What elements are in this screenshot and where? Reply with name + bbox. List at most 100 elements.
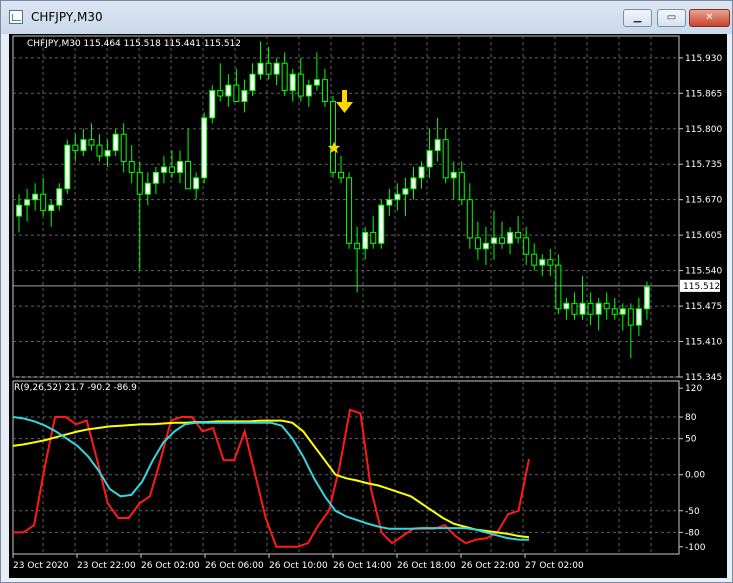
candle-body <box>531 253 538 266</box>
candle-body <box>523 237 530 255</box>
candle-body <box>193 177 200 190</box>
price-tick-label: 115.930 <box>685 54 722 64</box>
candle-body <box>152 171 159 184</box>
candle-body <box>120 133 127 162</box>
candle-body <box>321 79 328 102</box>
candle-body <box>354 242 361 250</box>
close-button[interactable]: ✕ <box>689 9 730 27</box>
candle-body <box>434 139 441 152</box>
candle-body <box>643 286 650 310</box>
price-tick-label: 115.345 <box>685 373 722 383</box>
candle-body <box>40 193 47 212</box>
candle-body <box>241 90 248 102</box>
candle-body <box>56 188 63 206</box>
price-tick-label: 115.670 <box>685 196 722 206</box>
candle-body <box>136 171 143 195</box>
candle-body <box>257 62 264 75</box>
candle-body <box>168 166 175 173</box>
candle-body <box>450 171 457 179</box>
candle-body <box>160 166 167 173</box>
candle-body <box>555 264 562 310</box>
candle-body <box>346 177 353 244</box>
candle-body <box>426 150 433 168</box>
chart-area[interactable]: 115.930 115.865 115.800 115.735 115.670 115.6… <box>9 34 727 578</box>
price-tick-label: 115.735 <box>685 160 722 170</box>
candle-body <box>627 308 634 326</box>
price-pane-border <box>12 35 680 378</box>
chart-app-icon <box>9 10 23 24</box>
time-tick-label: 26 Oct 14:00 <box>333 561 392 571</box>
indicator-pane-border <box>12 380 680 555</box>
candle-body <box>611 308 618 315</box>
candle-body <box>378 204 385 244</box>
candle-body <box>418 166 425 179</box>
candle-body <box>474 237 481 250</box>
indicator-tick-label: 120 <box>685 384 702 394</box>
candle-body <box>249 73 256 92</box>
candle-body <box>499 237 506 244</box>
indicator-tick-label: 50 <box>685 435 697 445</box>
price-tick-label: 115.605 <box>685 231 722 241</box>
time-tick-label: 27 Oct 02:00 <box>525 561 584 571</box>
candle-body <box>104 150 111 157</box>
candle-body <box>410 177 417 190</box>
candle-body <box>490 237 497 244</box>
candle-body <box>338 171 345 179</box>
symbol-info: CHFJPY,M30 115.464 115.518 115.441 115.5… <box>27 39 241 49</box>
candle-body <box>64 144 71 190</box>
minimize-button[interactable]: ▁ <box>623 9 652 27</box>
candle-body <box>482 242 489 250</box>
candle-body <box>370 231 377 244</box>
candle-body <box>201 117 208 179</box>
candle-body <box>24 199 31 206</box>
indicator-series-line <box>13 408 530 548</box>
candle-body <box>458 171 465 201</box>
candle-body <box>329 100 336 173</box>
candle-body <box>547 259 554 266</box>
candle-body <box>177 160 184 173</box>
price-tick-label: 115.410 <box>685 338 722 348</box>
candle-body <box>273 62 280 75</box>
candle-body <box>619 308 626 315</box>
candle-body <box>128 160 135 173</box>
candle-body <box>289 73 296 92</box>
candle-body <box>442 139 449 179</box>
indicator-tick-label: 0.00 <box>685 471 705 481</box>
candle-body <box>48 204 55 212</box>
time-tick-label: 23 Oct 22:00 <box>77 561 136 571</box>
candle-body <box>515 231 522 239</box>
indicator-lines <box>12 408 530 548</box>
price-tick-label: 115.865 <box>685 89 722 99</box>
candle-body <box>539 259 546 266</box>
current-price-label: 115.512 <box>683 282 720 292</box>
window-title: CHFJPY,M30 <box>31 10 103 24</box>
candle-body <box>265 62 272 75</box>
candle-body <box>185 160 192 190</box>
price-tick-label: 115.800 <box>685 125 722 135</box>
indicator-info: R(9,26,52) 21.7 -90.2 -86.9 <box>14 383 137 393</box>
candle-body <box>313 79 320 86</box>
candle-body <box>225 84 232 97</box>
price-tick-label: 115.540 <box>685 267 722 277</box>
candle-body <box>603 302 610 310</box>
candle-body <box>16 204 23 217</box>
indicator-tick-label: 80 <box>685 413 697 423</box>
candle-body <box>297 73 304 97</box>
time-tick-label: 26 Oct 18:00 <box>397 561 456 571</box>
chart-canvas[interactable]: 115.930 115.865 115.800 115.735 115.670 115.6… <box>9 34 727 578</box>
candle-body <box>80 139 87 152</box>
maximize-button[interactable]: ▭ <box>657 9 686 27</box>
candle-body <box>144 182 151 195</box>
candle-body <box>386 199 393 206</box>
candle-body <box>362 231 369 250</box>
window-titlebar[interactable]: CHFJPY,M30 ▁ ▭ ✕ <box>1 1 732 34</box>
indicator-tick-label: -100 <box>685 543 706 553</box>
candle-body <box>96 144 103 157</box>
candle-body <box>507 231 514 244</box>
candle-body <box>32 193 39 201</box>
candle-body <box>233 84 240 102</box>
candle-body <box>563 302 570 310</box>
candle-body <box>209 90 216 119</box>
candle-body <box>305 84 312 97</box>
candle-body <box>466 199 473 239</box>
